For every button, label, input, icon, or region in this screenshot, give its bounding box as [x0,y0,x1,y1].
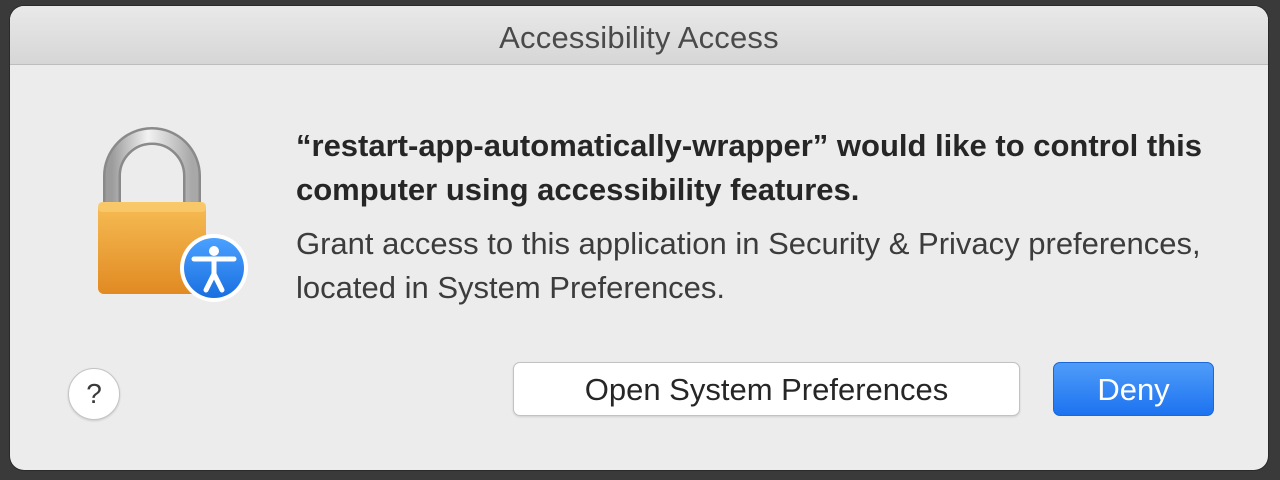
message-content: “restart-app-automatically-wrapper” woul… [296,124,1226,310]
accessibility-icon [180,234,248,302]
open-system-preferences-button[interactable]: Open System Preferences [513,362,1020,416]
lock-icon [98,127,248,302]
accessibility-access-dialog: Accessibility Access “restart-app-automa… [10,6,1268,470]
message-headline: “restart-app-automatically-wrapper” woul… [296,128,1203,207]
deny-button[interactable]: Deny [1053,362,1214,416]
message-body: Grant access to this application in Secu… [296,226,1201,305]
title-bar: Accessibility Access [10,6,1268,65]
help-button[interactable]: ? [68,368,120,420]
dialog-title: Accessibility Access [499,20,779,55]
